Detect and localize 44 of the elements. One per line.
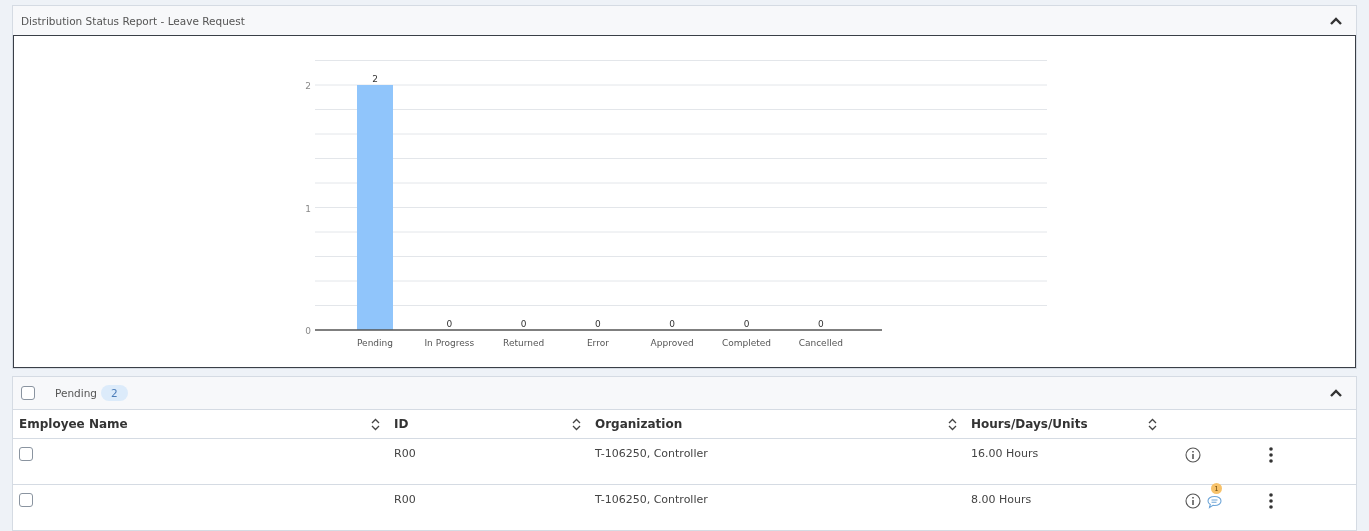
checkbox[interactable]: [19, 447, 33, 461]
table-cell: T-106250, Controller: [595, 447, 708, 460]
count-badge: 2: [101, 385, 128, 401]
column-header[interactable]: Employee Name: [19, 417, 128, 431]
axis-category-label: In Progress: [424, 338, 475, 349]
column-header[interactable]: Hours/Days/Units: [971, 417, 1088, 431]
panel-title: Pending: [55, 387, 97, 399]
collapse-button[interactable]: [1330, 389, 1342, 397]
data-label: 0: [446, 319, 453, 329]
info-icon[interactable]: [1185, 493, 1201, 509]
more-options-button[interactable]: [1269, 447, 1273, 463]
data-label: 0: [520, 319, 527, 329]
axis-tick-label: 2: [305, 81, 311, 91]
axis-tick-label: 1: [305, 203, 311, 214]
axis-category-label: Completed: [721, 338, 772, 349]
checkbox[interactable]: [19, 493, 33, 507]
more-options-button[interactable]: [1269, 493, 1273, 509]
table-cell: R00: [394, 493, 416, 506]
column-header[interactable]: ID: [394, 417, 409, 431]
collapse-button[interactable]: [1330, 16, 1342, 25]
axis-tick-label: 0: [305, 326, 311, 336]
table-cell: R00: [394, 447, 416, 460]
sort-icon: [572, 417, 581, 431]
sort-icon: [1148, 417, 1157, 431]
axis-category-label: Approved: [650, 338, 694, 349]
axis-category-label: Error: [586, 338, 609, 349]
comment-icon[interactable]: [1207, 495, 1222, 509]
table-cell: 8.00 Hours: [971, 493, 1032, 506]
checkbox[interactable]: [21, 386, 35, 400]
data-label: 0: [743, 319, 750, 329]
column-header[interactable]: Organization: [595, 417, 683, 431]
sort-icon: [948, 417, 957, 431]
table-cell: 16.00 Hours: [971, 447, 1039, 460]
data-label: 2: [372, 74, 378, 84]
table-cell: T-106250, Controller: [595, 493, 708, 506]
data-label: 0: [817, 319, 824, 329]
data-label: 0: [595, 319, 601, 329]
axis-category-label: Pending: [357, 338, 393, 349]
panel-title: Distribution Status Report - Leave Request: [21, 14, 245, 27]
sort-icon: [371, 417, 380, 431]
axis-category-label: Cancelled: [798, 338, 843, 349]
info-icon[interactable]: [1185, 447, 1201, 463]
axis-category-label: Returned: [503, 338, 545, 349]
data-label: 0: [669, 319, 676, 329]
